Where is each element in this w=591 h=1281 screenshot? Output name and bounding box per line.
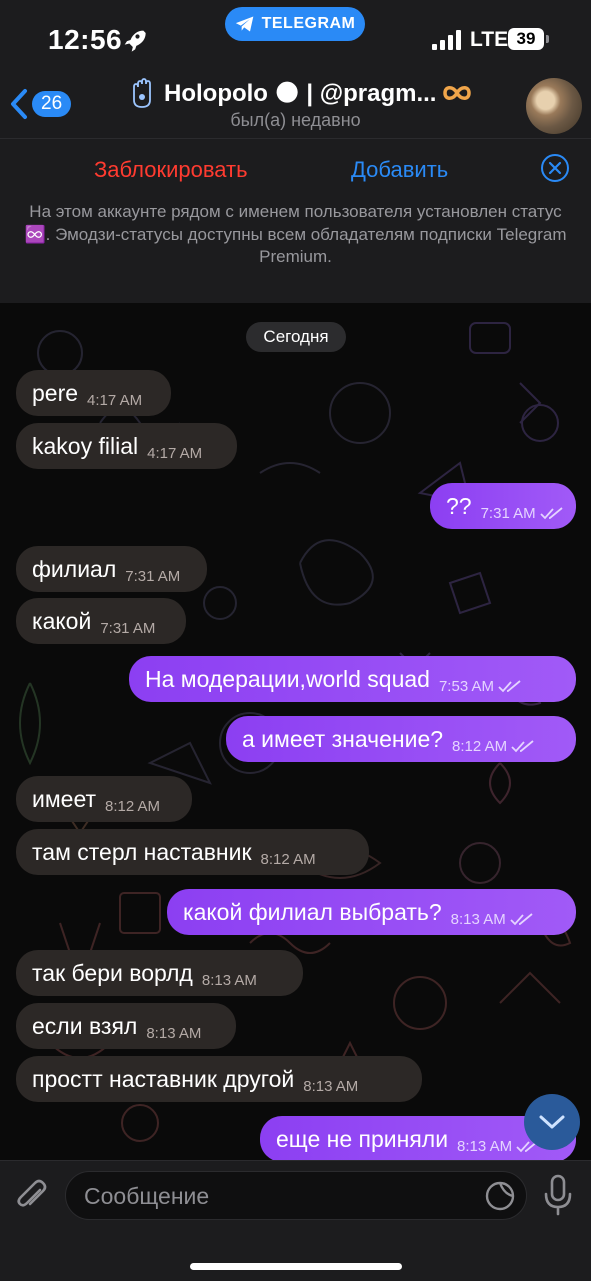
telegram-pill-label: TELEGRAM	[261, 15, 356, 32]
date-separator: Сегодня	[246, 322, 346, 352]
close-icon[interactable]	[540, 153, 570, 183]
message-bubble-incoming[interactable]: простт наставник другой 8:13 AM	[16, 1056, 422, 1102]
message-text: На модерации,world squad	[145, 665, 430, 692]
infinity-emoji-status-icon	[443, 86, 472, 100]
read-checks-icon	[540, 506, 563, 519]
message-bubble-incoming[interactable]: какой 7:31 AM	[16, 598, 186, 644]
message-bubble-outgoing[interactable]: а имеет значение? 8:12 AM	[226, 716, 576, 762]
message-text: а имеет значение?	[242, 725, 444, 752]
message-bubble-incoming[interactable]: так бери ворлд 8:13 AM	[16, 950, 303, 996]
banner-description: На этом аккаунте рядом с именем пользова…	[24, 202, 567, 266]
telegram-pill[interactable]: TELEGRAM	[225, 7, 365, 41]
add-contact-button[interactable]: Добавить	[351, 157, 448, 183]
message-time: 7:31 AM	[125, 568, 181, 585]
message-time: 4:17 AM	[147, 445, 203, 462]
read-checks-icon	[498, 679, 521, 692]
message-time: 8:13 AM	[457, 1138, 513, 1155]
chat-title[interactable]: Holopolo 🌑 | @pragm...	[128, 78, 472, 108]
message-time: 7:31 AM	[480, 505, 536, 522]
last-seen-status: был(а) недавно	[230, 110, 361, 130]
battery-icon: 39	[508, 28, 544, 50]
message-time: 8:12 AM	[452, 738, 508, 755]
scroll-to-bottom-button[interactable]	[524, 1094, 580, 1150]
message-input-placeholder: Сообщение	[84, 1183, 210, 1209]
contact-avatar[interactable]	[526, 78, 582, 134]
message-time: 8:13 AM	[201, 972, 257, 989]
message-time: 8:13 AM	[450, 911, 506, 928]
message-bubble-incoming[interactable]: если взял 8:13 AM	[16, 1003, 236, 1049]
sticker-icon[interactable]	[484, 1180, 516, 1212]
message-text: филиал	[32, 555, 117, 582]
chat-header: 26 Holopolo 🌑 | @pragm... был(а) недавно	[0, 78, 591, 139]
message-text: если взял	[32, 1012, 138, 1039]
signal-icon	[432, 30, 461, 50]
message-text: какой	[32, 607, 92, 634]
read-checks-icon	[511, 739, 534, 752]
message-time: 8:12 AM	[105, 798, 161, 815]
composer-bar: Сообщение	[0, 1160, 591, 1281]
message-time: 4:17 AM	[87, 392, 143, 409]
block-button[interactable]: Заблокировать	[94, 157, 248, 183]
read-checks-icon	[510, 912, 533, 925]
message-time: 7:53 AM	[438, 678, 495, 695]
message-time: 8:13 AM	[303, 1078, 359, 1095]
microphone-icon[interactable]	[542, 1174, 574, 1216]
attach-icon[interactable]	[14, 1176, 50, 1216]
message-bubble-outgoing[interactable]: какой филиал выбрать? 8:13 AM	[167, 889, 576, 935]
chevron-down-icon	[539, 1115, 565, 1129]
message-text: простт наставник другой	[32, 1065, 295, 1092]
chat-title-text: Holopolo 🌑 | @pragm...	[164, 79, 437, 107]
message-text: ??	[446, 492, 472, 519]
message-list[interactable]: Сегодня pere 4:17 AM kakoy filial 4:17 A…	[0, 303, 591, 1160]
telegram-plane-icon	[235, 16, 253, 32]
message-bubble-incoming[interactable]: pere 4:17 AM	[16, 370, 171, 416]
message-input[interactable]: Сообщение	[65, 1171, 527, 1220]
message-text: какой филиал выбрать?	[183, 898, 442, 925]
message-text: имеет	[32, 785, 97, 812]
message-bubble-incoming[interactable]: kakoy filial 4:17 AM	[16, 423, 237, 469]
status-time: 12:56	[48, 24, 123, 55]
premium-status-banner: Заблокировать Добавить На этом аккаунте …	[0, 139, 591, 303]
status-bar: 12:56 TELEGRAM LTE 39	[0, 0, 591, 78]
message-text: kakoy filial	[32, 432, 139, 459]
message-time: 8:13 AM	[146, 1025, 202, 1042]
battery-nub	[546, 35, 549, 43]
message-bubble-outgoing[interactable]: На модерации,world squad 7:53 AM	[129, 656, 576, 702]
message-time: 8:12 AM	[260, 851, 316, 868]
message-bubble-incoming[interactable]: там стерл наставник 8:12 AM	[16, 829, 369, 875]
message-text: еще не приняли	[276, 1125, 449, 1152]
home-indicator	[190, 1263, 402, 1270]
message-bubble-incoming[interactable]: имеет 8:12 AM	[16, 776, 192, 822]
message-text: так бери ворлд	[32, 959, 193, 986]
message-time: 7:31 AM	[100, 620, 156, 637]
message-text: там стерл наставник	[32, 838, 252, 865]
hamsa-emoji-icon	[133, 78, 151, 108]
rocket-icon	[124, 30, 146, 52]
message-bubble-outgoing[interactable]: ?? 7:31 AM	[430, 483, 576, 529]
message-text: pere	[32, 379, 79, 406]
network-type: LTE	[470, 28, 509, 51]
message-bubble-incoming[interactable]: филиал 7:31 AM	[16, 546, 207, 592]
